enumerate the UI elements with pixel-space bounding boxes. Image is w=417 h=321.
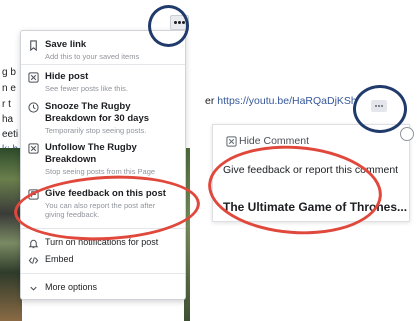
comment-text: er https://youtu.be/HaRQaDjKSh — [205, 95, 357, 107]
menu-item-description: Temporarily stop seeing posts. — [45, 126, 147, 135]
menu-item-title-line2: Breakdown for 30 days — [45, 113, 150, 124]
menu-item-title: More options — [45, 282, 98, 292]
post-text-fragment: g b — [2, 67, 16, 78]
post-text-fragment: ha — [2, 114, 14, 125]
annotation-circle-blue — [353, 85, 407, 133]
hide-box-icon — [28, 72, 39, 83]
code-icon — [28, 257, 39, 264]
post-photo[interactable] — [0, 148, 22, 321]
comment-text-prefix: er — [205, 95, 215, 107]
menu-item-title: Hide post — [45, 71, 89, 82]
comment-link[interactable]: https://youtu.be/HaRQaDjKSh — [217, 95, 357, 107]
unfollow-box-icon — [28, 143, 39, 154]
menu-item-title-line2: Breakdown — [45, 154, 97, 165]
menu-item-description: Add this to your saved items — [45, 52, 140, 61]
annotation-circle-blue — [148, 5, 189, 47]
hide-box-icon — [226, 136, 237, 147]
menu-item-title: Snooze The Rugby — [45, 101, 131, 112]
post-text-fragment: r t — [2, 99, 11, 110]
close-icon[interactable] — [400, 127, 414, 141]
post-text-fragment: eeti — [2, 129, 19, 140]
post-text-fragment: n e — [2, 83, 16, 94]
bell-icon — [28, 239, 39, 249]
menu-item-description: Stop seeing posts from this Page — [45, 167, 156, 176]
menu-divider — [21, 273, 185, 274]
clock-icon — [28, 102, 39, 113]
menu-divider — [21, 64, 185, 65]
menu-item-description: See fewer posts like this. — [45, 84, 128, 93]
post-options-menu: Save link Add this to your saved items H… — [20, 30, 186, 300]
bookmark-icon — [30, 40, 37, 51]
menu-item-title: Unfollow The Rugby — [45, 142, 137, 153]
menu-item-title: Save link — [45, 39, 87, 50]
menu-item-title: Embed — [45, 254, 74, 264]
chevron-down-icon — [30, 286, 37, 291]
